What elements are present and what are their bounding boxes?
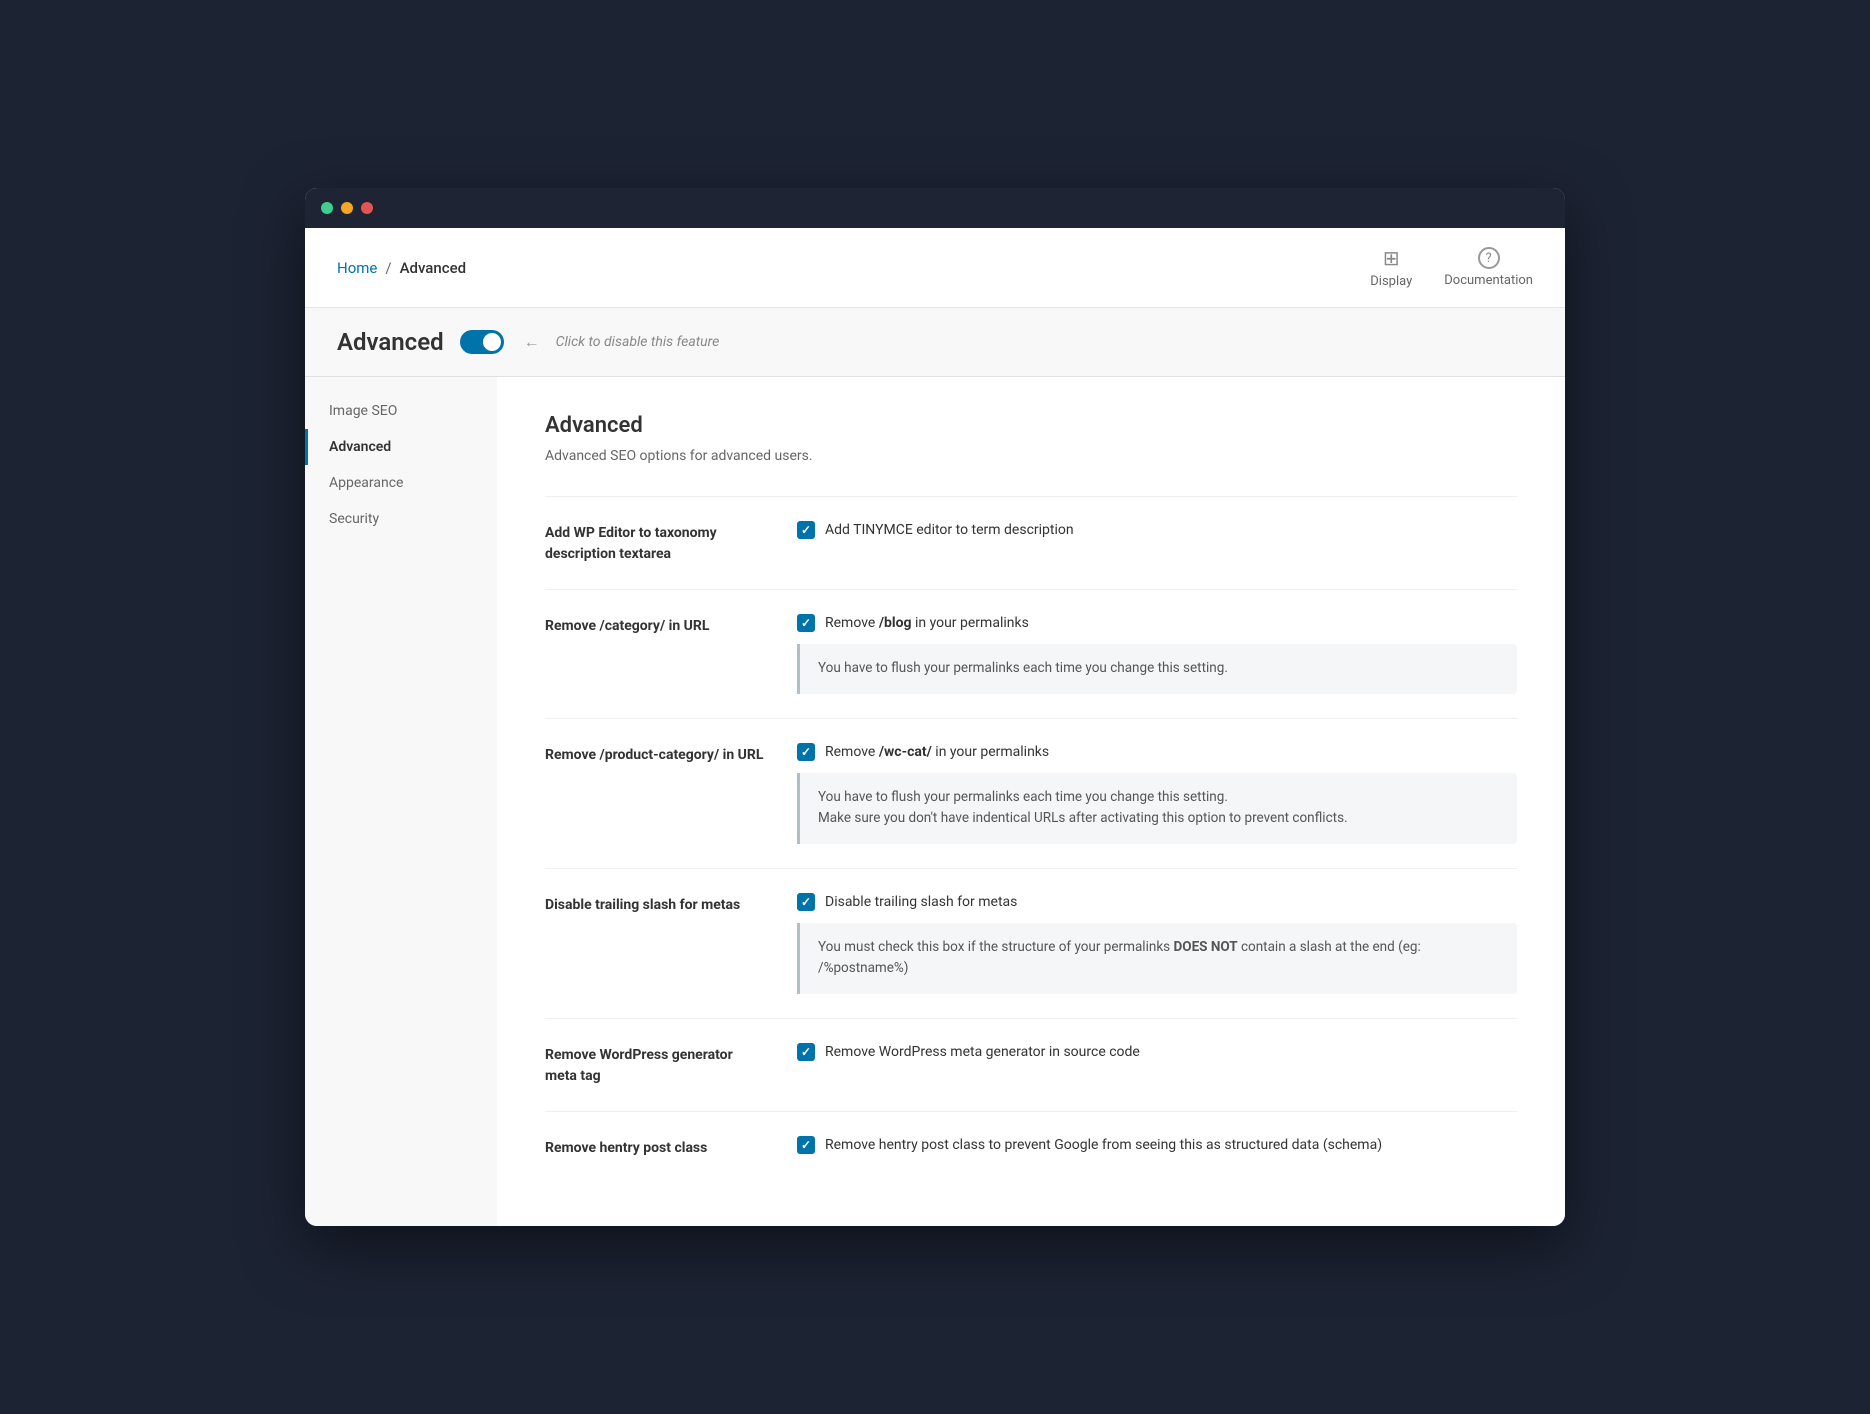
documentation-icon: ? [1478,247,1500,269]
dot-red [361,202,373,214]
breadcrumb: Home / Advanced [337,259,466,277]
sidebar-item-image-seo[interactable]: Image SEO [305,393,497,429]
wp-editor-checkbox-label: Add TINYMCE editor to term description [825,522,1074,538]
checkbox-check-icon: ✓ [801,1045,811,1059]
display-label: Display [1370,274,1412,289]
wp-generator-checkbox-row: ✓ Remove WordPress meta generator in sou… [797,1043,1517,1061]
page-title: Advanced [337,328,444,356]
info-line2: Make sure you don't have indentical URLs… [818,810,1348,826]
trailing-slash-checkbox-row: ✓ Disable trailing slash for metas [797,893,1517,911]
checkbox-check-icon: ✓ [801,745,811,759]
remove-category-checkbox-label: Remove /blog in your permalinks [825,615,1029,631]
documentation-button[interactable]: ? Documentation [1444,247,1533,288]
setting-wp-generator-label: Remove WordPress generator meta tag [545,1043,765,1087]
breadcrumb-current: Advanced [400,259,466,277]
toggle-arrow-icon: ← [524,332,540,352]
sidebar-item-security[interactable]: Security [305,501,497,537]
main-content: Advanced Advanced SEO options for advanc… [497,377,1565,1226]
checkbox-check-icon: ✓ [801,1138,811,1152]
setting-hentry-class: Remove hentry post class ✓ Remove hentry… [545,1111,1517,1190]
setting-remove-product-category-content: ✓ Remove /wc-cat/ in your permalinks You… [797,743,1517,844]
content-area: Image SEO Advanced Appearance Security A… [305,377,1565,1226]
remove-product-category-checkbox-row: ✓ Remove /wc-cat/ in your permalinks [797,743,1517,761]
checkbox-check-icon: ✓ [801,523,811,537]
setting-trailing-slash: Disable trailing slash for metas ✓ Disab… [545,868,1517,1018]
setting-trailing-slash-content: ✓ Disable trailing slash for metas You m… [797,893,1517,994]
setting-remove-product-category-label: Remove /product-category/ in URL [545,743,765,766]
section-description: Advanced SEO options for advanced users. [545,448,1517,464]
wp-editor-checkbox[interactable]: ✓ [797,521,815,539]
remove-category-checkbox[interactable]: ✓ [797,614,815,632]
checkbox-check-icon: ✓ [801,895,811,909]
wp-generator-checkbox-label: Remove WordPress meta generator in sourc… [825,1044,1140,1060]
topbar-actions: ⊞ Display ? Documentation [1370,246,1533,289]
setting-trailing-slash-label: Disable trailing slash for metas [545,893,765,916]
setting-remove-category: Remove /category/ in URL ✓ Remove /blog … [545,589,1517,718]
dot-yellow [341,202,353,214]
wp-generator-checkbox[interactable]: ✓ [797,1043,815,1061]
remove-product-category-info: You have to flush your permalinks each t… [797,773,1517,844]
setting-remove-category-label: Remove /category/ in URL [545,614,765,637]
setting-hentry-class-label: Remove hentry post class [545,1136,765,1159]
setting-wp-editor: Add WP Editor to taxonomy description te… [545,496,1517,589]
info-line1: You have to flush your permalinks each t… [818,789,1228,805]
trailing-slash-info: You must check this box if the structure… [797,923,1517,994]
dot-green [321,202,333,214]
remove-product-category-checkbox-label: Remove /wc-cat/ in your permalinks [825,744,1049,760]
sidebar-item-advanced[interactable]: Advanced [305,429,497,465]
trailing-slash-checkbox[interactable]: ✓ [797,893,815,911]
hentry-class-checkbox-row: ✓ Remove hentry post class to prevent Go… [797,1136,1517,1154]
setting-wp-editor-content: ✓ Add TINYMCE editor to term description [797,521,1517,551]
setting-wp-generator-content: ✓ Remove WordPress meta generator in sou… [797,1043,1517,1073]
section-title: Advanced [545,413,1517,438]
sidebar-item-appearance[interactable]: Appearance [305,465,497,501]
documentation-label: Documentation [1444,273,1533,288]
setting-remove-category-content: ✓ Remove /blog in your permalinks You ha… [797,614,1517,694]
trailing-slash-checkbox-label: Disable trailing slash for metas [825,894,1017,910]
display-icon: ⊞ [1379,246,1403,270]
wp-editor-checkbox-row: ✓ Add TINYMCE editor to term description [797,521,1517,539]
display-button[interactable]: ⊞ Display [1370,246,1412,289]
toggle-slider [460,330,504,354]
hentry-class-checkbox-label: Remove hentry post class to prevent Goog… [825,1137,1382,1153]
topbar: Home / Advanced ⊞ Display ? Documentatio… [305,228,1565,308]
sidebar: Image SEO Advanced Appearance Security [305,377,497,1226]
setting-remove-product-category: Remove /product-category/ in URL ✓ Remov… [545,718,1517,868]
checkbox-check-icon: ✓ [801,616,811,630]
setting-hentry-class-content: ✓ Remove hentry post class to prevent Go… [797,1136,1517,1166]
feature-toggle[interactable] [460,330,504,354]
page-header: Advanced ← Click to disable this feature [305,308,1565,377]
app-window: Home / Advanced ⊞ Display ? Documentatio… [305,188,1565,1226]
remove-category-checkbox-row: ✓ Remove /blog in your permalinks [797,614,1517,632]
titlebar [305,188,1565,228]
remove-category-info: You have to flush your permalinks each t… [797,644,1517,694]
setting-wp-editor-label: Add WP Editor to taxonomy description te… [545,521,765,565]
breadcrumb-home-link[interactable]: Home [337,259,377,277]
toggle-hint: Click to disable this feature [556,334,720,350]
hentry-class-checkbox[interactable]: ✓ [797,1136,815,1154]
setting-wp-generator: Remove WordPress generator meta tag ✓ Re… [545,1018,1517,1111]
breadcrumb-separator: / [385,259,391,277]
remove-product-category-checkbox[interactable]: ✓ [797,743,815,761]
